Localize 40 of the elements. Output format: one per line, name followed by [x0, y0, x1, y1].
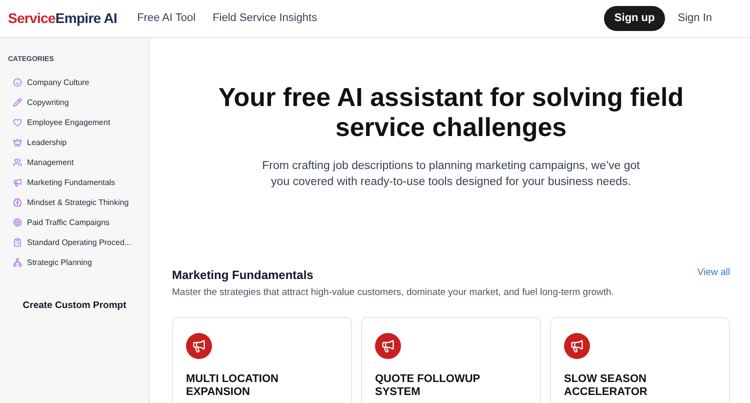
megaphone-icon	[564, 333, 590, 360]
sign-in-link[interactable]: Sign In	[678, 10, 712, 27]
pencil-icon	[13, 98, 22, 107]
hero-subtitle: From crafting job descriptions to planning marketing campaigns, we’ve got you covered with ready-to-use tools designed for your business needs.	[261, 159, 641, 190]
category-item[interactable]: Leadership	[8, 132, 141, 152]
category-item[interactable]: Marketing Fundamentals	[8, 172, 141, 192]
people-icon	[13, 158, 22, 167]
network-icon	[13, 258, 22, 267]
category-item[interactable]: Company Culture	[8, 72, 141, 92]
category-item[interactable]: Standard Operating Proced...	[8, 232, 141, 252]
category-item[interactable]: Mindset & Strategic Thinking	[8, 192, 141, 212]
brain-icon	[13, 198, 22, 207]
view-all-link[interactable]: View all	[697, 266, 730, 280]
prompt-card[interactable]: QUOTE FOLLOWUP SYSTEM	[361, 317, 541, 403]
category-item[interactable]: Strategic Planning	[8, 252, 141, 272]
target-icon	[13, 218, 22, 227]
nav-link[interactable]: Field Service Insights	[212, 10, 318, 27]
create-custom-prompt-button[interactable]: Create Custom Prompt	[8, 298, 141, 313]
megaphone-icon	[375, 333, 401, 360]
sign-up-button[interactable]: Sign up	[604, 6, 665, 31]
megaphone-icon	[13, 178, 22, 187]
nav-link[interactable]: Free AI Tool	[137, 10, 196, 27]
clipboard-icon	[13, 238, 22, 247]
hero-title: Your free AI assistant for solving field service challenges	[217, 82, 685, 142]
card-title: SLOW SEASON ACCELERATOR	[564, 373, 648, 400]
crown-icon	[13, 138, 22, 147]
prompt-card[interactable]: SLOW SEASON ACCELERATOR	[550, 317, 730, 403]
section-title: Marketing Fundamentals	[172, 267, 314, 284]
card-title: QUOTE FOLLOWUP SYSTEM	[375, 373, 481, 400]
prompt-card[interactable]: MULTI LOCATION EXPANSION	[172, 317, 352, 403]
category-item[interactable]: Copywriting	[8, 92, 141, 112]
category-item[interactable]: Paid Traffic Campaigns	[8, 212, 141, 232]
logo[interactable]: ServiceEmpire AI	[8, 8, 118, 29]
category-item[interactable]: Management	[8, 152, 141, 172]
smile-icon	[13, 78, 22, 87]
megaphone-icon	[186, 333, 212, 360]
heart-icon	[13, 118, 22, 127]
category-item[interactable]: Employee Engagement	[8, 112, 141, 132]
section-description: Master the strategies that attract high-value customers, dominate your market, and fuel long-term growth.	[172, 286, 615, 300]
card-title: MULTI LOCATION EXPANSION	[186, 373, 280, 400]
